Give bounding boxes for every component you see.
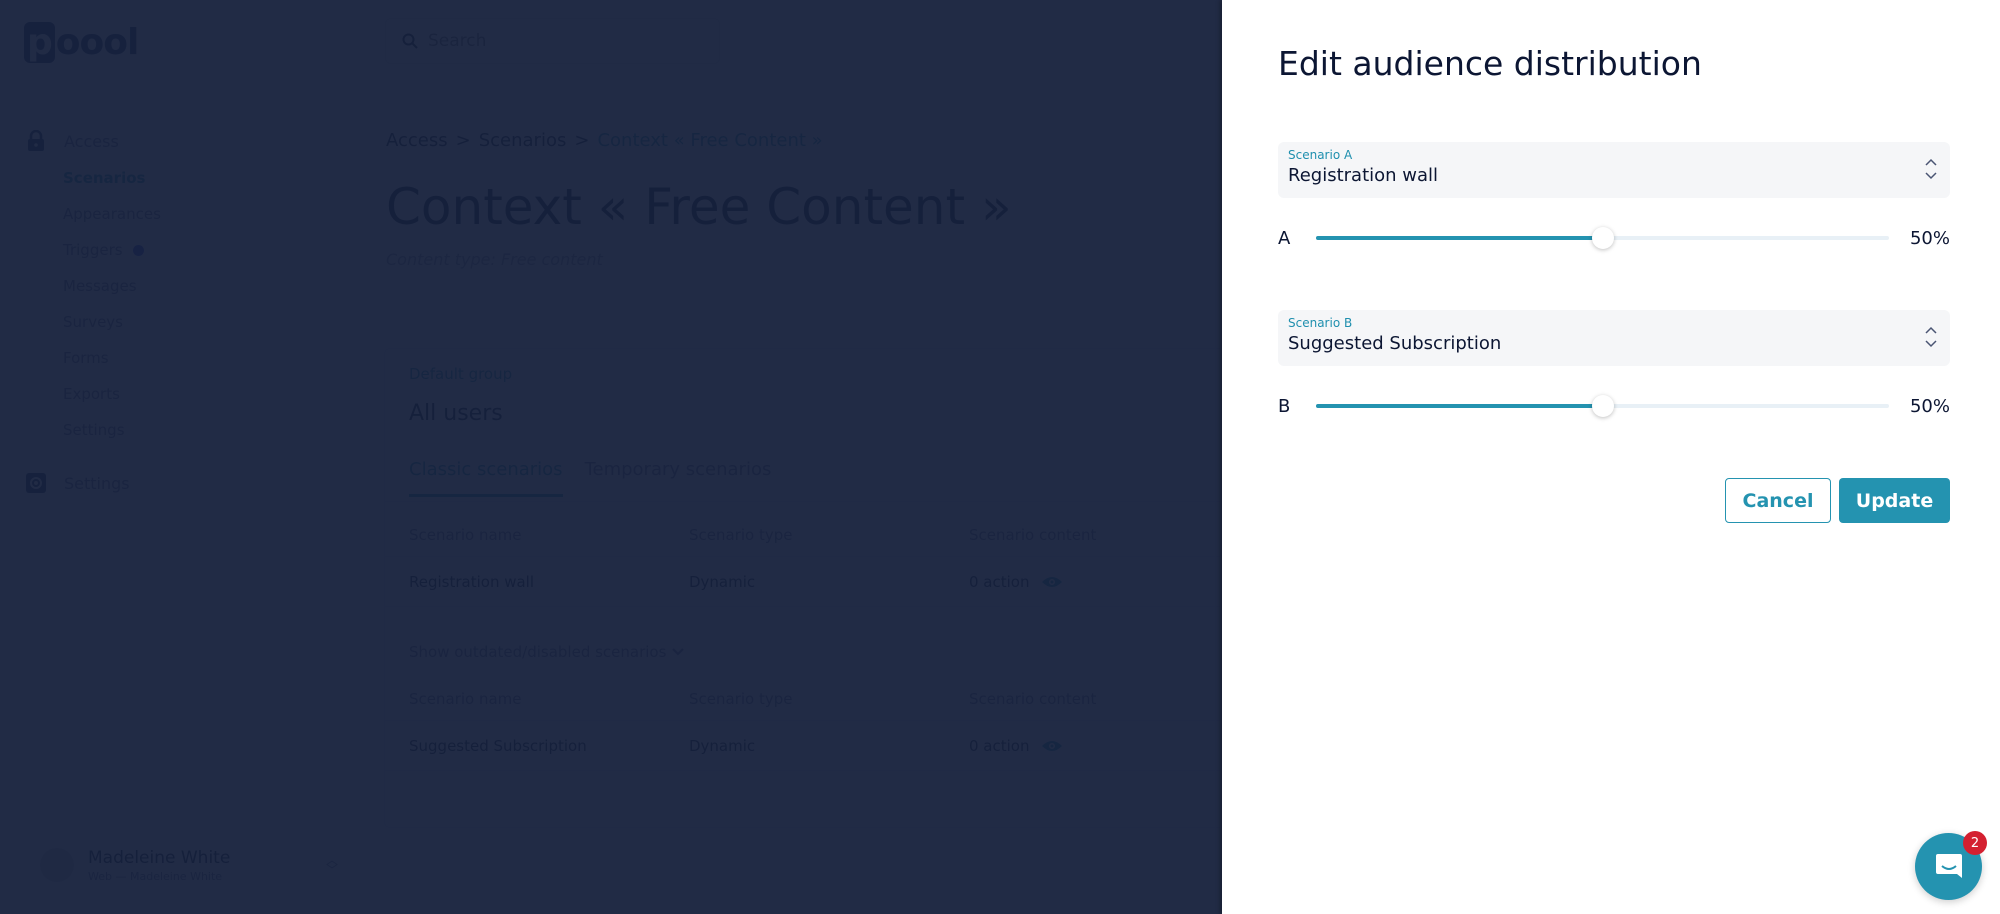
slider-a-fill [1316,236,1603,240]
slider-a-track[interactable] [1316,227,1889,249]
chevron-up-down-icon [1925,158,1937,180]
scenario-a-label: Scenario A [1288,148,1353,162]
chevron-up-down-icon [1925,326,1937,348]
slider-a-thumb[interactable] [1591,227,1614,249]
slider-b-row: B 50% [1278,393,1950,419]
slider-a-value: 50% [1909,227,1950,249]
slider-b-thumb[interactable] [1591,395,1614,417]
edit-audience-drawer: Edit audience distribution Scenario A Re… [1222,0,2000,914]
scenario-b-value: Suggested Subscription [1288,333,1502,354]
slider-b-fill [1316,404,1603,408]
scenario-a-select[interactable]: Scenario A Registration wall [1278,142,1950,198]
cancel-button[interactable]: Cancel [1725,478,1831,523]
chat-unread-badge: 2 [1963,831,1987,855]
slider-a-letter: A [1278,227,1291,249]
scenario-b-label: Scenario B [1288,316,1353,330]
slider-a-row: A 50% [1278,225,1950,251]
scenario-a-value: Registration wall [1288,165,1439,186]
update-button[interactable]: Update [1839,478,1950,523]
slider-b-letter: B [1278,395,1291,417]
drawer-title: Edit audience distribution [1278,44,1702,83]
slider-b-value: 50% [1909,395,1950,417]
scenario-b-select[interactable]: Scenario B Suggested Subscription [1278,310,1950,366]
slider-b-track[interactable] [1316,395,1889,417]
chat-icon [1935,853,1962,878]
